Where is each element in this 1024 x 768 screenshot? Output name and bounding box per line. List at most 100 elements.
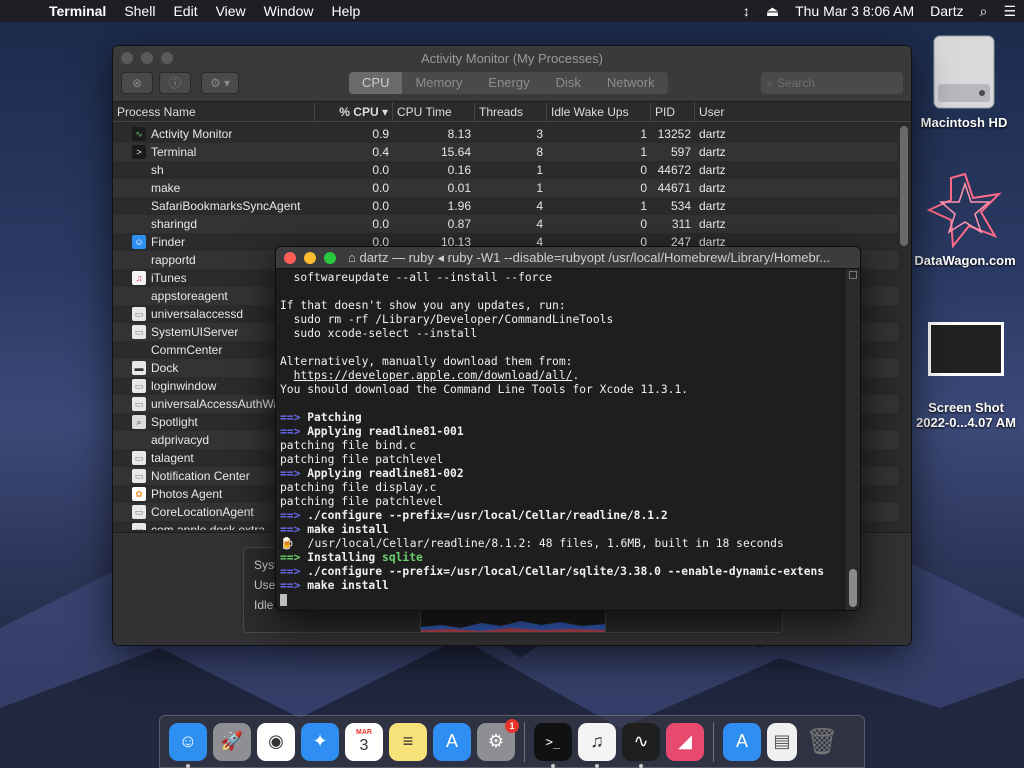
dock-notes-icon[interactable]: ≡ bbox=[389, 722, 427, 761]
terminal-text-segment: ==> bbox=[280, 509, 301, 522]
terminal-text-segment: sqlite bbox=[382, 551, 423, 564]
eject-icon[interactable]: ⏏ bbox=[758, 3, 787, 20]
menu-edit[interactable]: Edit bbox=[164, 3, 206, 19]
idle-wake-ups-cell: 1 bbox=[640, 145, 647, 159]
label-system: Syst bbox=[254, 558, 278, 572]
terminal-text-segment: patching file patchlevel bbox=[280, 453, 444, 466]
table-row[interactable]: ∿ Activity Monitor 0.9 8.13 3 1 13252 dartz bbox=[113, 125, 898, 143]
threads-cell: 4 bbox=[536, 199, 543, 213]
menu-window[interactable]: Window bbox=[255, 3, 323, 19]
running-indicator-dot bbox=[639, 763, 643, 768]
dock-itunes-icon[interactable]: ♫ bbox=[578, 722, 616, 768]
terminal-text-segment: patching file patchlevel bbox=[280, 495, 444, 508]
dock-app-store-downloads-icon[interactable]: A bbox=[723, 722, 761, 761]
col-user[interactable]: User bbox=[695, 102, 815, 121]
dock-calendar-icon[interactable]: MAR 3 bbox=[345, 722, 383, 761]
dock-glyph: ☺ bbox=[178, 731, 198, 751]
search-icon: ⌕ bbox=[767, 76, 778, 90]
am-gear-button[interactable]: ⚙ ▾ bbox=[201, 72, 239, 94]
col-cpu[interactable]: % CPU ▾ bbox=[315, 102, 393, 121]
scroll-arrows-icon[interactable]: ↕ bbox=[735, 3, 758, 19]
threads-cell: 4 bbox=[536, 217, 543, 231]
dock-finder-icon[interactable]: ☺ bbox=[169, 722, 207, 768]
tab-memory[interactable]: Memory bbox=[402, 72, 475, 94]
terminal-window: ⌂ dartz — ruby ◂ ruby -W1 --disable=ruby… bbox=[275, 246, 861, 611]
terminal-text-segment: ==> bbox=[280, 579, 301, 592]
col-pid[interactable]: PID bbox=[651, 102, 695, 121]
desktop-icon-macintosh-hd[interactable]: Macintosh HD bbox=[914, 32, 1014, 130]
terminal-scrollbar[interactable] bbox=[846, 269, 860, 610]
idle-wake-ups-cell: 0 bbox=[640, 217, 647, 231]
dock-document-icon[interactable]: ▤ bbox=[767, 722, 797, 761]
desktop-icon-datawagon[interactable]: DataWagon.com bbox=[906, 170, 1024, 268]
terminal-line: ==> make install bbox=[280, 579, 842, 593]
dock-terminal-icon[interactable]: >_ bbox=[534, 722, 572, 768]
user-cell: dartz bbox=[699, 217, 726, 231]
am-inspect-button[interactable]: ⓘ bbox=[159, 72, 191, 94]
terminal-line: patching file patchlevel bbox=[280, 495, 842, 509]
dock-activity-monitor-icon[interactable]: ∿ bbox=[622, 722, 660, 768]
process-name-cell: Terminal bbox=[151, 145, 197, 159]
tab-energy[interactable]: Energy bbox=[475, 72, 542, 94]
menu-datetime[interactable]: Thu Mar 3 8:06 AM bbox=[787, 3, 922, 19]
terminal-prompt-line[interactable] bbox=[280, 593, 842, 607]
spotlight-search-icon[interactable]: ⌕ bbox=[972, 3, 996, 20]
col-process-name[interactable]: Process Name bbox=[113, 102, 315, 121]
activity-monitor-titlebar: Activity Monitor (My Processes) ⊗ ⓘ ⚙ ▾ … bbox=[113, 46, 911, 102]
menu-help[interactable]: Help bbox=[322, 3, 369, 19]
idle-wake-ups-cell: 0 bbox=[640, 181, 647, 195]
cpu-time-cell: 8.13 bbox=[447, 127, 471, 141]
terminal-text-segment: ==> bbox=[280, 523, 301, 536]
tab-disk[interactable]: Disk bbox=[543, 72, 594, 94]
dock-trash-icon[interactable]: 🗑 bbox=[803, 723, 841, 761]
menu-user[interactable]: Dartz bbox=[922, 3, 971, 19]
running-indicator-dot bbox=[186, 763, 190, 768]
terminal-output[interactable]: softwareupdate --all --install --force If… bbox=[276, 269, 846, 610]
table-row[interactable]: SafariBookmarksSyncAgent 0.0 1.96 4 1 534 dart… bbox=[113, 197, 898, 215]
dock-chrome-icon[interactable]: ◉ bbox=[257, 722, 295, 761]
terminal-text-segment: Patching bbox=[300, 411, 362, 424]
terminal-text-segment: Alternatively, manually download them fr… bbox=[280, 355, 573, 368]
dock-launchpad-icon[interactable]: 🚀 bbox=[213, 722, 251, 761]
terminal-line: softwareupdate --all --install --force bbox=[280, 271, 842, 285]
dock-separator bbox=[713, 721, 714, 762]
terminal-text-segment: patching file display.c bbox=[280, 481, 437, 494]
terminal-zoom-button[interactable] bbox=[324, 252, 336, 264]
col-cpu-time[interactable]: CPU Time bbox=[393, 102, 475, 121]
am-search-input[interactable]: ⌕ Search bbox=[761, 72, 903, 94]
terminal-line: Alternatively, manually download them fr… bbox=[280, 355, 842, 369]
menu-app-name[interactable]: Terminal bbox=[40, 3, 115, 19]
label-user: Use bbox=[254, 578, 276, 592]
col-threads[interactable]: Threads bbox=[475, 102, 547, 121]
col-idle-wake-ups[interactable]: Idle Wake Ups bbox=[547, 102, 651, 121]
dock: ☺ 🚀 ◉ ✦ MAR 3 ≡ A ⚙ 1 >_ ♫ ∿ ◢ A ▤ 🗑 bbox=[159, 715, 865, 768]
terminal-title-text: dartz — ruby ◂ ruby -W1 --disable=rubyop… bbox=[359, 250, 831, 265]
table-row[interactable]: sh 0.0 0.16 1 0 44672 dartz bbox=[113, 161, 898, 179]
tab-cpu[interactable]: CPU bbox=[349, 72, 403, 94]
menu-shell[interactable]: Shell bbox=[115, 3, 164, 19]
user-cell: dartz bbox=[699, 163, 726, 177]
process-table-scrollbar[interactable] bbox=[900, 126, 908, 246]
dock-system-preferences-icon[interactable]: ⚙ 1 bbox=[477, 718, 519, 761]
am-stop-process-button[interactable]: ⊗ bbox=[121, 72, 153, 94]
table-row[interactable]: sharingd 0.0 0.87 4 0 311 dartz bbox=[113, 215, 898, 233]
threads-cell: 8 bbox=[536, 145, 543, 159]
dock-grapher-icon[interactable]: ◢ bbox=[666, 722, 704, 761]
table-row[interactable]: make 0.0 0.01 1 0 44671 dartz bbox=[113, 179, 898, 197]
terminal-scroll-thumb[interactable] bbox=[849, 569, 857, 607]
dock-safari-icon[interactable]: ✦ bbox=[301, 722, 339, 761]
terminal-scroll-top-icon bbox=[849, 271, 857, 279]
dock-app-store-icon[interactable]: A bbox=[433, 722, 471, 761]
table-row[interactable]: > Terminal 0.4 15.64 8 1 597 dartz bbox=[113, 143, 898, 161]
tab-network[interactable]: Network bbox=[594, 72, 668, 94]
menu-view[interactable]: View bbox=[207, 3, 255, 19]
terminal-close-button[interactable] bbox=[284, 252, 296, 264]
desktop-icon-screenshot[interactable]: Screen Shot 2022-0...4.07 AM bbox=[908, 322, 1024, 430]
notification-center-icon[interactable]: ☰ bbox=[995, 3, 1024, 20]
terminal-text-segment: ./configure --prefix=/usr/local/Cellar/r… bbox=[300, 509, 668, 522]
cpu-percent-cell: 0.4 bbox=[372, 145, 389, 159]
terminal-minimize-button[interactable] bbox=[304, 252, 316, 264]
terminal-text-segment: ==> bbox=[280, 565, 301, 578]
terminal-text-segment: Installing bbox=[300, 551, 383, 564]
terminal-line: If that doesn't show you any updates, ru… bbox=[280, 299, 842, 313]
